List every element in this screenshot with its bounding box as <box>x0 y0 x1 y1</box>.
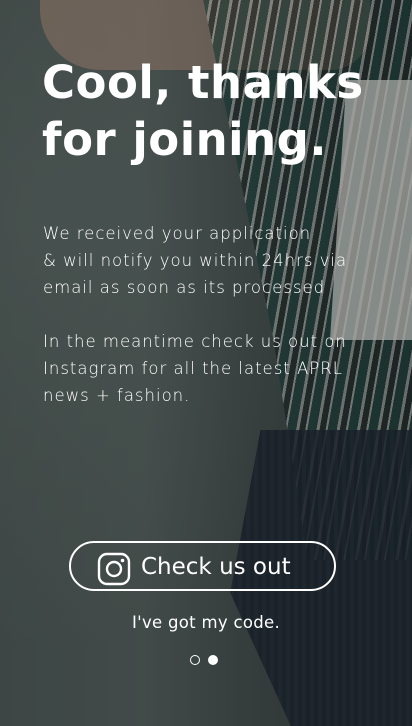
title-line: Cool, thanks <box>42 56 364 109</box>
message-line: In the meantime check us out on <box>43 332 347 351</box>
check-us-out-label: Check us out <box>141 554 291 580</box>
confirmation-message: We received your application & will noti… <box>43 220 403 301</box>
screen: Cool, thanks for joining. We received yo… <box>0 0 412 726</box>
instagram-message: In the meantime check us out on Instagra… <box>43 328 403 409</box>
message-line: We received your application <box>43 224 312 243</box>
page-dot-active[interactable] <box>208 655 218 665</box>
page-dot-inactive[interactable] <box>190 655 200 665</box>
message-line: & will notify you within 24hrs via <box>43 251 348 270</box>
message-line: news + fashion. <box>43 386 191 405</box>
message-line: email as soon as its processed <box>43 278 326 297</box>
instagram-icon <box>97 552 131 586</box>
check-us-out-button[interactable]: Check us out <box>69 541 336 591</box>
page-title: Cool, thanks for joining. <box>42 54 382 168</box>
page-indicator <box>190 655 224 667</box>
title-line: for joining. <box>42 113 327 166</box>
message-line: Instagram for all the latest APRL <box>43 359 343 378</box>
have-code-link[interactable]: I've got my code. <box>0 610 412 636</box>
